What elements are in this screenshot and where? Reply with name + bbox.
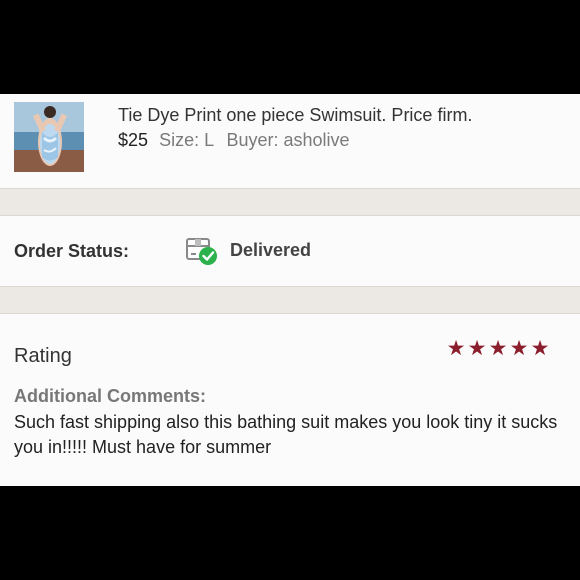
product-buyer: Buyer: asholive bbox=[226, 130, 350, 150]
product-thumbnail[interactable] bbox=[14, 102, 84, 172]
comments-label: Additional Comments: bbox=[14, 386, 206, 406]
product-price: $25 bbox=[118, 130, 149, 150]
rating-label: Rating bbox=[14, 345, 72, 367]
rating-stars: ★ ★ ★ ★ ★ bbox=[446, 337, 550, 360]
order-status-label: Order Status: bbox=[14, 241, 130, 261]
star-icon: ★ bbox=[530, 337, 550, 360]
star-icon: ★ bbox=[509, 337, 529, 360]
rating-section: Rating ★ ★ ★ ★ ★ Additional Comments: Such f… bbox=[0, 314, 580, 486]
screen: Tie Dye Print one piece Swimsuit. Price … bbox=[0, 0, 580, 580]
star-icon: ★ bbox=[467, 337, 487, 360]
star-icon: ★ bbox=[446, 337, 466, 360]
product-meta: $25 Size: L Buyer: asholive bbox=[118, 130, 350, 151]
comment-text: Such fast shipping also this bathing sui… bbox=[14, 412, 558, 457]
section-divider bbox=[0, 286, 580, 314]
order-detail-panel: Tie Dye Print one piece Swimsuit. Price … bbox=[0, 94, 580, 486]
section-divider bbox=[0, 188, 580, 216]
star-icon: ★ bbox=[488, 337, 508, 360]
swimsuit-photo-image bbox=[14, 102, 84, 172]
delivered-box-check-icon bbox=[184, 234, 220, 266]
product-size: Size: L bbox=[159, 130, 214, 150]
product-title[interactable]: Tie Dye Print one piece Swimsuit. Price … bbox=[118, 105, 472, 126]
order-status-row: Order Status: Delivered bbox=[0, 216, 580, 286]
product-card[interactable]: Tie Dye Print one piece Swimsuit. Price … bbox=[0, 94, 580, 188]
order-status-value: Delivered bbox=[230, 240, 312, 260]
